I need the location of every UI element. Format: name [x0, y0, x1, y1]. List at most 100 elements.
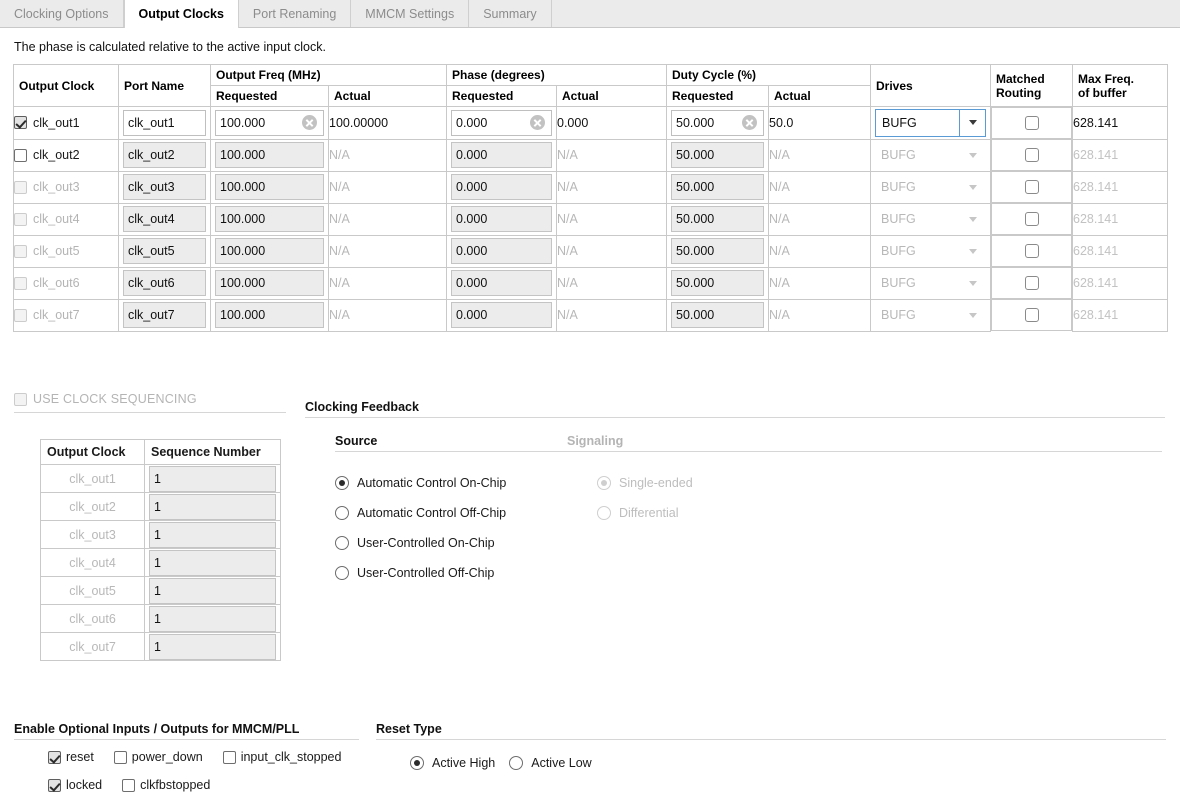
- optional-io-input_clk_stopped[interactable]: input_clk_stopped: [222, 750, 341, 764]
- checkbox-icon[interactable]: [48, 750, 61, 764]
- output-freq-requested-input[interactable]: 100.000: [215, 206, 324, 232]
- duty-cycle-requested-input[interactable]: 50.000: [671, 238, 764, 264]
- drives-dropdown[interactable]: BUFG: [875, 141, 986, 169]
- reset-type-option-0[interactable]: Active High: [410, 756, 495, 770]
- port-name-input[interactable]: clk_out4: [123, 206, 206, 232]
- sequence-number-input[interactable]: 1: [149, 633, 276, 660]
- chevron-down-icon[interactable]: [960, 301, 986, 329]
- drives-dropdown[interactable]: BUFG: [875, 205, 986, 233]
- source-option-2[interactable]: User-Controlled On-Chip: [335, 528, 567, 558]
- output-clock-toggle-clk_out6[interactable]: clk_out6: [14, 276, 118, 290]
- matched-routing-checkbox[interactable]: [1024, 244, 1039, 258]
- phase-requested-input[interactable]: 0.000: [451, 174, 552, 200]
- output-freq-requested-input[interactable]: 100.000: [215, 270, 324, 296]
- duty-cycle-requested-input[interactable]: 50.000: [671, 270, 764, 296]
- optional-io-reset[interactable]: reset: [48, 750, 94, 764]
- clear-icon[interactable]: [302, 115, 317, 131]
- drives-dropdown[interactable]: BUFG: [875, 269, 986, 297]
- checkbox-icon[interactable]: [113, 750, 127, 764]
- chevron-down-icon[interactable]: [960, 205, 986, 233]
- output-clock-toggle-clk_out3[interactable]: clk_out3: [14, 180, 118, 194]
- clear-icon[interactable]: [742, 115, 757, 131]
- output-freq-requested-input[interactable]: 100.000: [215, 238, 324, 264]
- duty-cycle-requested-input[interactable]: 50.000: [671, 109, 764, 136]
- output-clock-toggle-clk_out4[interactable]: clk_out4: [14, 212, 118, 226]
- chevron-down-icon[interactable]: [959, 109, 985, 136]
- tab-clocking-options[interactable]: Clocking Options: [0, 0, 124, 27]
- radio-icon[interactable]: [335, 506, 349, 520]
- sequence-number-input[interactable]: 1: [149, 465, 276, 492]
- checkbox-icon[interactable]: [14, 308, 27, 322]
- tab-output-clocks[interactable]: Output Clocks: [123, 0, 239, 28]
- duty-cycle-requested-input[interactable]: 50.000: [671, 206, 764, 232]
- chevron-down-icon[interactable]: [960, 173, 986, 201]
- sequence-number-input[interactable]: 1: [149, 605, 276, 632]
- matched-routing-checkbox[interactable]: [1024, 116, 1039, 130]
- output-clock-toggle-clk_out2[interactable]: clk_out2: [14, 148, 118, 162]
- checkbox-icon[interactable]: [222, 750, 236, 764]
- phase-requested-input[interactable]: 0.000: [451, 302, 552, 328]
- chevron-down-icon[interactable]: [960, 141, 986, 169]
- tab-port-renaming[interactable]: Port Renaming: [239, 0, 352, 27]
- drives-dropdown[interactable]: BUFG: [875, 108, 986, 137]
- source-option-0[interactable]: Automatic Control On-Chip: [335, 468, 567, 498]
- phase-requested-input[interactable]: 0.000: [451, 270, 552, 296]
- tab-summary[interactable]: Summary: [469, 0, 552, 27]
- matched-routing-checkbox[interactable]: [1024, 180, 1039, 194]
- output-freq-requested-input[interactable]: 100.000: [215, 109, 324, 136]
- output-clock-toggle-clk_out1[interactable]: clk_out1: [14, 116, 118, 130]
- port-name-input[interactable]: clk_out7: [123, 302, 206, 328]
- drives-dropdown[interactable]: BUFG: [875, 173, 986, 201]
- output-clock-toggle-clk_out7[interactable]: clk_out7: [14, 308, 118, 322]
- radio-icon[interactable]: [509, 756, 524, 770]
- port-name-input[interactable]: clk_out5: [123, 238, 206, 264]
- drives-dropdown[interactable]: BUFG: [875, 237, 986, 265]
- port-name-input[interactable]: clk_out1: [123, 109, 206, 136]
- checkbox-icon[interactable]: [14, 212, 27, 226]
- optional-io-clkfbstopped[interactable]: clkfbstopped: [122, 778, 210, 792]
- output-freq-requested-input[interactable]: 100.000: [215, 302, 324, 328]
- reset-type-option-1[interactable]: Active Low: [509, 756, 592, 770]
- duty-cycle-requested-input[interactable]: 50.000: [671, 174, 764, 200]
- checkbox-icon[interactable]: [14, 276, 27, 290]
- duty-cycle-requested-input[interactable]: 50.000: [671, 302, 764, 328]
- duty-cycle-requested-input[interactable]: 50.000: [671, 142, 764, 168]
- output-clock-toggle-clk_out5[interactable]: clk_out5: [14, 244, 118, 258]
- checkbox-icon[interactable]: [14, 244, 27, 258]
- use-clock-sequencing-checkbox[interactable]: [14, 392, 27, 406]
- optional-io-locked[interactable]: locked: [48, 778, 102, 792]
- checkbox-icon[interactable]: [14, 116, 27, 130]
- sequence-number-input[interactable]: 1: [149, 521, 276, 548]
- output-freq-requested-input[interactable]: 100.000: [215, 174, 324, 200]
- source-option-3[interactable]: User-Controlled Off-Chip: [335, 558, 567, 588]
- matched-routing-checkbox[interactable]: [1024, 212, 1039, 226]
- checkbox-icon[interactable]: [14, 148, 27, 162]
- port-name-input[interactable]: clk_out2: [123, 142, 206, 168]
- chevron-down-icon[interactable]: [960, 269, 986, 297]
- source-option-1[interactable]: Automatic Control Off-Chip: [335, 498, 567, 528]
- matched-routing-checkbox[interactable]: [1024, 276, 1039, 290]
- phase-requested-input[interactable]: 0.000: [451, 142, 552, 168]
- sequence-number-input[interactable]: 1: [149, 577, 276, 604]
- drives-dropdown[interactable]: BUFG: [875, 301, 986, 329]
- radio-icon[interactable]: [335, 566, 349, 580]
- output-freq-requested-input[interactable]: 100.000: [215, 142, 324, 168]
- phase-requested-input[interactable]: 0.000: [451, 109, 552, 136]
- radio-icon[interactable]: [335, 476, 349, 490]
- sequence-number-input[interactable]: 1: [149, 549, 276, 576]
- port-name-input[interactable]: clk_out6: [123, 270, 206, 296]
- matched-routing-checkbox[interactable]: [1024, 308, 1039, 322]
- tab-mmcm-settings[interactable]: MMCM Settings: [351, 0, 470, 27]
- radio-icon[interactable]: [410, 756, 424, 770]
- checkbox-icon[interactable]: [14, 180, 27, 194]
- phase-requested-input[interactable]: 0.000: [451, 206, 552, 232]
- port-name-input[interactable]: clk_out3: [123, 174, 206, 200]
- use-clock-sequencing-row[interactable]: USE CLOCK SEQUENCING: [14, 392, 286, 412]
- checkbox-icon[interactable]: [122, 778, 136, 792]
- matched-routing-checkbox[interactable]: [1024, 148, 1039, 162]
- sequence-number-input[interactable]: 1: [149, 493, 276, 520]
- radio-icon[interactable]: [335, 536, 349, 550]
- checkbox-icon[interactable]: [48, 778, 61, 792]
- phase-requested-input[interactable]: 0.000: [451, 238, 552, 264]
- optional-io-power_down[interactable]: power_down: [113, 750, 203, 764]
